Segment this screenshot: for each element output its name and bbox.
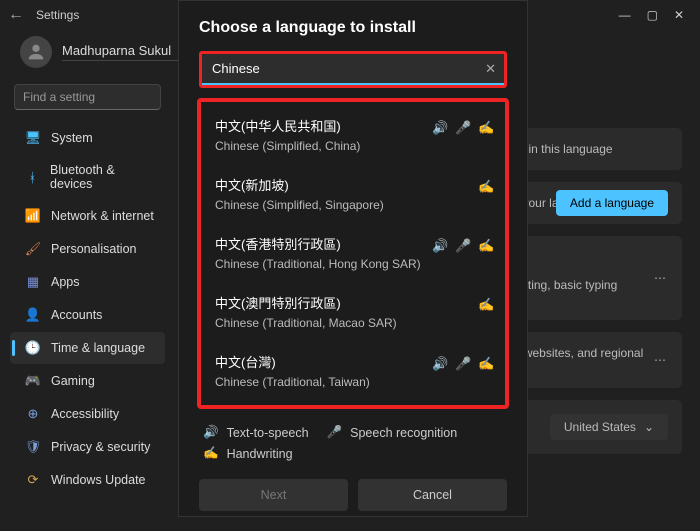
tts-icon: 🔊 bbox=[432, 238, 447, 254]
feature-speech: 🎤Speech recognition bbox=[327, 425, 458, 440]
hand-icon: ✍ bbox=[478, 297, 493, 313]
sidebar-label: System bbox=[51, 131, 93, 145]
minimize-icon[interactable]: ― bbox=[619, 8, 631, 22]
back-icon[interactable]: ← bbox=[8, 6, 28, 24]
add-language-button[interactable]: Add a language bbox=[556, 190, 668, 216]
sidebar-item-apps[interactable]: ▦ Apps bbox=[10, 266, 165, 298]
shield-icon: 🛡 bbox=[25, 439, 41, 455]
sidebar-label: Network & internet bbox=[51, 209, 154, 223]
tts-icon: 🔊 bbox=[432, 120, 447, 136]
language-item[interactable]: 中文(台灣)Chinese (Traditional, Taiwan)🔊🎤✍ bbox=[201, 342, 505, 401]
user-name: Madhuparna Sukul bbox=[62, 43, 182, 58]
language-item[interactable]: 中文(香港特別行政區)Chinese (Traditional, Hong Ko… bbox=[201, 224, 505, 283]
language-list: 中文(中华人民共和国)Chinese (Simplified, China)🔊🎤… bbox=[197, 98, 509, 409]
sidebar-item-update[interactable]: ⟳ Windows Update bbox=[10, 464, 165, 496]
sidebar-label: Bluetooth & devices bbox=[50, 163, 155, 191]
brush-icon: 🖌 bbox=[25, 241, 41, 257]
apps-icon: ▦ bbox=[25, 274, 41, 290]
hand-icon: ✍ bbox=[478, 179, 493, 195]
mic-icon: 🎤 bbox=[455, 120, 470, 136]
language-english: Chinese (Simplified, Singapore) bbox=[215, 198, 491, 212]
avatar[interactable] bbox=[20, 36, 52, 68]
mic-icon: 🎤 bbox=[455, 356, 470, 372]
feature-handwriting: ✍Handwriting bbox=[203, 446, 293, 461]
hand-icon: ✍ bbox=[478, 238, 493, 254]
sidebar-item-bluetooth[interactable]: ᚼ Bluetooth & devices bbox=[10, 155, 165, 199]
wifi-icon: 📶 bbox=[25, 208, 41, 224]
feature-tts: 🔊Text-to-speech bbox=[203, 425, 309, 440]
dialog-title: Choose a language to install bbox=[179, 19, 527, 51]
sidebar-item-game[interactable]: 🎮 Gaming bbox=[10, 365, 165, 397]
search-input[interactable]: Find a setting bbox=[14, 84, 161, 110]
sidebar-item-shield[interactable]: 🛡 Privacy & security bbox=[10, 431, 165, 463]
handwriting-icon: ✍ bbox=[203, 446, 219, 461]
sidebar-item-access[interactable]: ⊕ Accessibility bbox=[10, 398, 165, 430]
sidebar-item-system[interactable]: 🖥 System bbox=[10, 122, 165, 154]
next-button[interactable]: Next bbox=[199, 479, 348, 511]
game-icon: 🎮 bbox=[25, 373, 41, 389]
sidebar-label: Personalisation bbox=[51, 242, 136, 256]
language-english: Chinese (Traditional, Taiwan) bbox=[215, 375, 491, 389]
access-icon: ⊕ bbox=[25, 406, 41, 422]
bluetooth-icon: ᚼ bbox=[25, 169, 40, 185]
clear-icon[interactable]: ✕ bbox=[485, 61, 496, 77]
language-item[interactable]: 中文(澳門特別行政區) Chinese (Traditional, Macao S… bbox=[201, 283, 505, 342]
sidebar-item-person[interactable]: 👤 Accounts bbox=[10, 299, 165, 331]
window-title: Settings bbox=[36, 8, 79, 22]
language-english: Chinese (Traditional, Hong Kong SAR) bbox=[215, 257, 491, 271]
sidebar: Find a setting 🖥 System ᚼ Bluetooth & devic… bbox=[0, 74, 175, 531]
mic-icon: 🎤 bbox=[327, 425, 343, 440]
system-icon: 🖥 bbox=[25, 130, 41, 146]
language-english: Chinese (Traditional, Macao SAR) bbox=[215, 316, 491, 330]
cancel-button[interactable]: Cancel bbox=[358, 479, 507, 511]
update-icon: ⟳ bbox=[25, 472, 41, 488]
more-icon[interactable]: ⋯ bbox=[654, 353, 668, 367]
sidebar-label: Accessibility bbox=[51, 407, 119, 421]
sidebar-item-brush[interactable]: 🖌 Personalisation bbox=[10, 233, 165, 265]
tts-icon: 🔊 bbox=[203, 425, 219, 440]
person-icon: 👤 bbox=[25, 307, 41, 323]
tts-icon: 🔊 bbox=[432, 356, 447, 372]
language-native: 中文(新加坡) bbox=[215, 175, 491, 194]
language-native: 中文(澳門特別行政區) bbox=[215, 293, 491, 312]
sidebar-label: Gaming bbox=[51, 374, 95, 388]
sidebar-label: Privacy & security bbox=[51, 440, 150, 454]
sidebar-label: Accounts bbox=[51, 308, 102, 322]
hand-icon: ✍ bbox=[478, 356, 493, 372]
sidebar-label: Time & language bbox=[51, 341, 145, 355]
language-dialog: Choose a language to install ✕ 中文(中华人民共和… bbox=[178, 0, 528, 517]
chevron-down-icon: ⌄ bbox=[644, 420, 654, 434]
maximize-icon[interactable]: ▢ bbox=[647, 8, 658, 22]
language-english: Chinese (Simplified, China) bbox=[215, 139, 491, 153]
language-item[interactable]: 中文(中华人民共和国)Chinese (Simplified, China)🔊🎤… bbox=[201, 106, 505, 165]
sidebar-item-clock[interactable]: 🕒 Time & language bbox=[10, 332, 165, 364]
close-icon[interactable]: ✕ bbox=[674, 8, 684, 22]
clock-icon: 🕒 bbox=[25, 340, 41, 356]
language-search-input[interactable] bbox=[202, 54, 504, 85]
language-item[interactable]: 中文(新加坡) Chinese (Simplified, Singapore) ✍ bbox=[201, 165, 505, 224]
sidebar-label: Windows Update bbox=[51, 473, 146, 487]
sidebar-item-wifi[interactable]: 📶 Network & internet bbox=[10, 200, 165, 232]
hand-icon: ✍ bbox=[478, 120, 493, 136]
more-icon[interactable]: ⋯ bbox=[654, 271, 668, 285]
sidebar-label: Apps bbox=[51, 275, 80, 289]
region-select[interactable]: United States ⌄ bbox=[550, 414, 668, 440]
mic-icon: 🎤 bbox=[455, 238, 470, 254]
